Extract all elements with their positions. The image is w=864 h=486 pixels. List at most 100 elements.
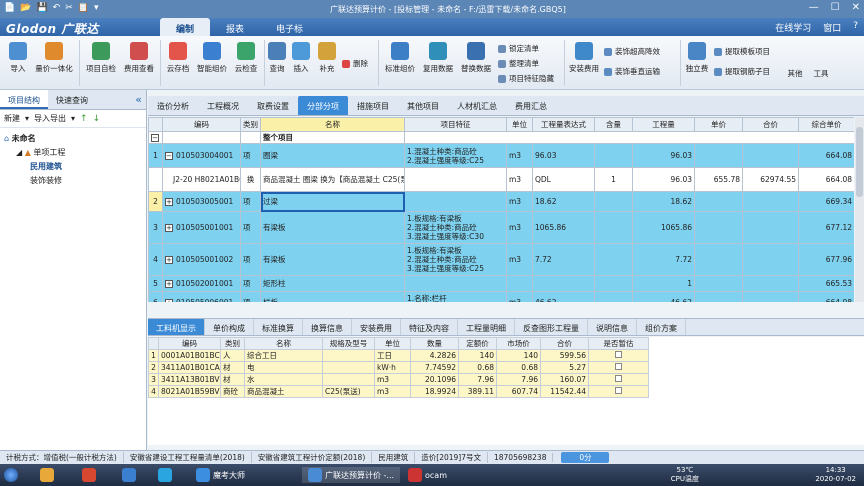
tab-other-items[interactable]: 其他项目 — [398, 96, 448, 115]
column-header[interactable]: 工程量表达式 — [532, 117, 595, 132]
tab-standard-conversion[interactable]: 标准换算 — [254, 319, 303, 335]
supplement-button[interactable]: 补充 — [316, 42, 338, 74]
decor-transport-button[interactable]: 装饰垂直运输 — [604, 66, 660, 77]
table-row[interactable]: 2 3411A01B01CA 材 电 kW·h 7.74592 0.68 0.6… — [148, 361, 649, 374]
new-dropdown[interactable]: 新建 — [4, 113, 20, 124]
tree-node-civil-building[interactable]: 民用建筑 — [4, 160, 146, 174]
provisional-checkbox[interactable] — [615, 363, 622, 370]
column-header[interactable]: 规格及型号 — [322, 337, 375, 350]
tab-project-overview[interactable]: 工程概况 — [198, 96, 248, 115]
chevron-down-icon[interactable]: ▾ — [71, 114, 75, 123]
table-row[interactable]: 1 0001A01B01BC 人 综合工日 工日 4.2826 140 140 … — [148, 349, 649, 362]
standard-pricing-button[interactable]: 标准组价 — [382, 42, 418, 74]
column-header[interactable]: 合价 — [540, 337, 589, 350]
paste-icon[interactable]: 📋 — [78, 3, 89, 13]
column-header[interactable]: 项目特征 — [404, 117, 507, 132]
collapse-icon[interactable]: − — [165, 152, 173, 160]
expand-icon[interactable]: + — [165, 224, 173, 232]
expand-icon[interactable]: + — [165, 198, 173, 206]
move-up-icon[interactable]: ↑ — [80, 114, 88, 124]
hide-features-button[interactable]: 项目特征隐藏 — [498, 73, 554, 84]
tools-button[interactable]: 工具 — [810, 68, 832, 79]
tab-unit-price-composition[interactable]: 单价构成 — [205, 319, 254, 335]
delete-button[interactable]: 删除 — [342, 58, 368, 69]
score-badge[interactable]: 0分 — [561, 452, 610, 463]
provisional-checkbox[interactable] — [615, 351, 622, 358]
taskbar-pin[interactable] — [40, 467, 54, 483]
minimize-button[interactable]: — — [809, 2, 819, 13]
collapse-icon[interactable]: − — [151, 134, 159, 142]
other-button[interactable]: 其他 — [784, 68, 806, 79]
tab-project-structure[interactable]: 项目结构 — [0, 90, 48, 109]
customize-dropdown-icon[interactable]: ▾ — [94, 3, 99, 13]
provisional-checkbox[interactable] — [615, 387, 622, 394]
column-header[interactable]: 综合单价 — [798, 117, 854, 132]
taskbar-item-active[interactable]: 广联达预算计价 -... — [302, 467, 401, 483]
table-row[interactable]: J2-20 H8021A01B63··· 换 商品混凝土 圈梁 换为【商品混凝土… — [148, 167, 854, 192]
chevron-down-icon[interactable]: ▾ — [25, 114, 29, 123]
column-header[interactable]: 含量 — [594, 117, 633, 132]
section-row[interactable]: − 整个项目 — [148, 131, 854, 144]
save-icon[interactable]: 💾 — [36, 3, 47, 13]
cloud-check-button[interactable]: 云检查 — [230, 42, 262, 74]
column-header[interactable]: 名称 — [244, 337, 323, 350]
system-clock[interactable]: 14:33 2020-07-02 — [815, 466, 856, 484]
taskbar-pin[interactable] — [158, 467, 172, 483]
expand-icon[interactable]: ◢ — [16, 148, 25, 157]
table-row[interactable]: 3 +010505001001 项 有梁板 1.板规格:有梁板 2.混凝土种类:… — [148, 211, 854, 244]
column-header[interactable]: 单位 — [374, 337, 411, 350]
taskbar-pin[interactable] — [122, 467, 136, 483]
table-row[interactable]: 6 +010505006001 项 栏板 1.名称:栏杆 2.混凝土种类:商品砼… — [148, 291, 854, 302]
tree-node-root[interactable]: ⌂ 未命名 — [4, 132, 146, 146]
taskbar-item[interactable]: ocam — [408, 467, 447, 483]
table-row[interactable]: 4 8021A01B59BV 商砼 商品混凝土 C25(泵送) m3 18.99… — [148, 385, 649, 398]
vertical-scrollbar[interactable] — [855, 117, 864, 302]
column-header[interactable]: 合价 — [742, 117, 799, 132]
column-header[interactable]: 类别 — [220, 337, 245, 350]
column-header[interactable]: 是否暂估 — [588, 337, 649, 350]
online-learning-button[interactable]: 在线学习 — [775, 21, 811, 34]
independent-fee-button[interactable]: 独立费 — [683, 42, 711, 74]
tab-quantity-details[interactable]: 工程量明细 — [458, 319, 515, 335]
menu-tab-compile[interactable]: 编制 — [160, 18, 211, 36]
tab-quick-query[interactable]: 快速查询 — [48, 90, 96, 109]
self-check-button[interactable]: 项目自检 — [82, 42, 120, 74]
column-header[interactable]: 市场价 — [496, 337, 541, 350]
column-header[interactable]: 工程量 — [632, 117, 695, 132]
tab-fee-settings[interactable]: 取费设置 — [248, 96, 298, 115]
provisional-checkbox[interactable] — [615, 375, 622, 382]
import-button[interactable]: 导入 — [6, 42, 30, 74]
tab-conversion-info[interactable]: 换算信息 — [303, 319, 352, 335]
column-header[interactable]: 类别 — [240, 117, 261, 132]
decor-height-button[interactable]: 装饰超高降效 — [604, 46, 660, 57]
expand-icon[interactable]: + — [165, 299, 173, 302]
maximize-button[interactable]: ☐ — [831, 2, 840, 13]
extract-rebar-button[interactable]: 提取钢筋子目 — [714, 66, 770, 77]
reuse-data-button[interactable]: 复用数据 — [420, 42, 456, 74]
tab-divisions[interactable]: 分部分项 — [298, 96, 348, 115]
column-header[interactable]: 名称 — [260, 117, 405, 132]
column-header[interactable]: 单价 — [694, 117, 743, 132]
expand-icon[interactable]: + — [165, 280, 173, 288]
tab-labor-material-summary[interactable]: 人材机汇总 — [448, 96, 506, 115]
table-row[interactable]: 5 +010502001001 项 矩形柱 1 665.53 — [148, 275, 854, 292]
start-button[interactable] — [4, 467, 18, 483]
organize-list-button[interactable]: 整理清单 — [498, 58, 539, 69]
tab-reverse-graphic-quantity[interactable]: 反查图形工程量 — [515, 319, 588, 335]
install-fee-button[interactable]: 安装费用 — [566, 42, 602, 74]
query-button[interactable]: 查询 — [266, 42, 288, 74]
table-row[interactable]: 4 +010505001002 项 有梁板 1.板规格:有梁板 2.混凝土种类:… — [148, 243, 854, 276]
help-button[interactable]: ? — [853, 21, 858, 34]
smart-pricing-button[interactable]: 智能组价 — [194, 42, 230, 74]
table-row[interactable]: 3 3411A13B01BV 材 水 m3 20.1096 7.96 7.96 … — [148, 373, 649, 386]
column-header[interactable]: 编码 — [158, 337, 221, 350]
expand-icon[interactable]: + — [165, 256, 173, 264]
tab-cost-analysis[interactable]: 造价分析 — [148, 96, 198, 115]
tab-measures[interactable]: 措施项目 — [348, 96, 398, 115]
replace-data-button[interactable]: 替换数据 — [458, 42, 494, 74]
cut-icon[interactable]: ✂ — [65, 3, 73, 13]
tab-install-fee[interactable]: 安装费用 — [352, 319, 401, 335]
tab-fee-summary[interactable]: 费用汇总 — [506, 96, 556, 115]
tab-pricing-scheme[interactable]: 组价方案 — [637, 319, 686, 335]
close-button[interactable]: ✕ — [852, 2, 860, 13]
